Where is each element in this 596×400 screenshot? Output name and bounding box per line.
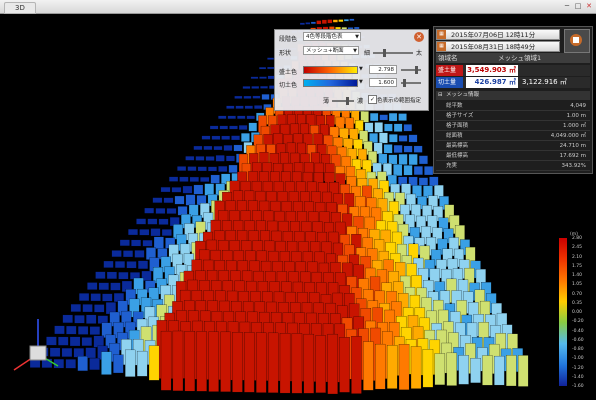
fill-color-gradient[interactable] — [303, 66, 358, 74]
mesh-info-value: 343.92% — [561, 163, 586, 169]
calendar-icon: ▦ — [437, 42, 446, 51]
legend-tick-label: -0.80 — [572, 347, 584, 352]
area-name-bar: 領域名 メッシュ領域1 — [436, 53, 590, 63]
mesh-info-value: 4,049 — [570, 103, 586, 109]
end-date-row[interactable]: ▦ 2015年08月31日 18時49分 — [436, 41, 560, 52]
minimize-icon[interactable]: ─ — [562, 2, 572, 11]
cut-threshold-slider[interactable] — [401, 79, 421, 87]
opacity-slider-knob[interactable] — [346, 97, 349, 105]
legend-color-bar — [559, 238, 567, 386]
mesh-info-row: 格子面積 1.000 ㎡ — [436, 122, 590, 131]
shape-dropdown[interactable]: メッシュ+断面 ▼ — [303, 46, 359, 55]
volume-info-panel: ▦ 2015年07月06日 12時11分 ▦ 2015年08月31日 18時49… — [433, 26, 593, 174]
mesh-info-key: 格子面積 — [446, 123, 469, 129]
view-tab-3d[interactable]: 3D — [4, 2, 36, 14]
legend-tick-label: 0.35 — [572, 300, 583, 306]
legend-tick-label: 1.75 — [572, 263, 583, 269]
calendar-icon: ▦ — [437, 30, 446, 39]
legend-tick-label: 0.00 — [572, 310, 583, 315]
color-mode-label: 段階色 — [279, 36, 298, 43]
collapse-icon: ⊟ — [438, 92, 443, 98]
cut-volume-label: 切土量 — [436, 77, 463, 88]
cut-volume-value: 426.987 ㎥ — [466, 77, 518, 88]
mesh-info-row: 最低標高 17.692 m — [436, 152, 590, 161]
mesh-info-key: 最高標高 — [446, 143, 469, 149]
chevron-down-icon[interactable]: ▼ — [359, 66, 363, 72]
close-panel-icon[interactable]: ✕ — [414, 32, 424, 42]
mesh-info-value: 4,049.000 ㎡ — [550, 133, 586, 139]
display-settings-panel: ✕ 段階色 4色等段階色表 ▼ 形状 メッシュ+断面 ▼ 細 太 盛土色 ▼ 2.7… — [274, 29, 429, 111]
mesh-info-value: 1.00 m — [566, 113, 586, 119]
chevron-down-icon: ▼ — [353, 48, 357, 54]
legend-tick-label: 0.70 — [572, 291, 583, 297]
legend-tick-label: -0.60 — [572, 337, 584, 343]
legend-tick-label: -1.60 — [572, 384, 584, 389]
fill-threshold-slider[interactable] — [401, 66, 421, 74]
mesh-info-row: 最高標高 24.710 m — [436, 142, 590, 151]
net-volume-value: 3,122.916 ㎥ — [522, 78, 567, 86]
mesh-info-row: 格子サイズ 1.00 m — [436, 112, 590, 121]
cut-volume-row: 切土量 426.987 ㎥ 3,122.916 ㎥ — [436, 77, 590, 88]
mesh-info-value: 24.710 m — [559, 143, 586, 149]
mesh-info-value: 17.692 m — [559, 153, 586, 159]
cut-color-gradient[interactable] — [303, 79, 358, 87]
mesh-info-title: メッシュ情報 — [446, 92, 480, 98]
legend-tick-label: -1.00 — [572, 356, 584, 362]
legend-tick-label: -0.40 — [572, 328, 584, 334]
color-mode-value: 4色等段階色表 — [306, 34, 343, 40]
cut-slider-knob[interactable] — [403, 79, 406, 87]
start-date: 2015年07月06日 12時11分 — [451, 31, 536, 39]
legend-tick-label: -1.40 — [572, 374, 584, 380]
chevron-down-icon: ▼ — [355, 34, 359, 40]
mesh-info-row: 総面積 4,049.000 ㎡ — [436, 132, 590, 141]
range-checkbox-label: 色表示の範囲指定 — [377, 98, 422, 104]
cut-color-label: 切土色 — [279, 82, 298, 89]
color-mode-dropdown[interactable]: 4色等段階色表 ▼ — [303, 32, 361, 41]
elevation-color-legend: (m) 2.80 2.45 2.10 1.75 1.40 1.05 0.70 0.35 0.00… — [556, 232, 596, 396]
fill-threshold-input[interactable]: 2.798 — [369, 65, 397, 74]
mesh-info-key: 格子サイズ — [446, 113, 474, 119]
maximize-icon[interactable]: □ — [573, 2, 583, 11]
close-window-icon[interactable]: ✕ — [584, 2, 594, 11]
mesh-info-key: 総平数 — [446, 103, 463, 109]
mesh-info-header[interactable]: ⊟ メッシュ情報 — [436, 91, 590, 100]
slider-low-label: 細 — [364, 50, 371, 57]
width-slider-knob[interactable] — [383, 49, 386, 57]
shape-value: メッシュ+断面 — [306, 48, 344, 54]
opacity-high-label: 濃 — [357, 98, 364, 105]
fill-volume-value: 3,549.903 ㎥ — [466, 65, 518, 76]
legend-tick-label: 2.45 — [572, 245, 583, 251]
legend-tick-label: 1.40 — [572, 273, 583, 278]
slider-high-label: 太 — [416, 50, 423, 57]
range-checkbox[interactable]: ✓ — [368, 95, 377, 104]
opacity-low-label: 薄 — [323, 98, 330, 105]
chevron-down-icon[interactable]: ▼ — [359, 79, 363, 85]
legend-tick-label: 1.05 — [572, 282, 583, 288]
mesh-info-value: 1.000 ㎡ — [563, 123, 586, 129]
mesh-info-row: 充実 343.92% — [436, 162, 590, 171]
legend-tick-label: 2.10 — [572, 254, 583, 260]
legend-tick-label: -1.20 — [572, 365, 584, 371]
start-date-row[interactable]: ▦ 2015年07月06日 12時11分 — [436, 29, 560, 40]
tools-icon — [570, 34, 582, 46]
export-button[interactable] — [564, 29, 590, 53]
mesh-info-row: 総平数 4,049 — [436, 102, 590, 111]
width-slider[interactable] — [373, 49, 413, 57]
fill-volume-row: 盛土量 3,549.903 ㎥ — [436, 65, 590, 76]
area-name-value: メッシュ領域1 — [498, 54, 542, 62]
mesh-info-key: 総面積 — [446, 133, 463, 139]
area-name-label: 領域名 — [438, 54, 458, 62]
legend-tick-label: 2.80 — [572, 236, 583, 241]
opacity-slider[interactable] — [332, 97, 354, 105]
end-date: 2015年08月31日 18時49分 — [451, 43, 536, 51]
cut-threshold-input[interactable]: 1.600 — [369, 78, 397, 87]
fill-volume-label: 盛土量 — [436, 65, 463, 76]
shape-label: 形状 — [279, 50, 292, 57]
mesh-info-key: 充実 — [446, 163, 458, 169]
fill-slider-knob[interactable] — [415, 66, 418, 74]
fill-color-label: 盛土色 — [279, 69, 298, 76]
legend-tick-label: -0.20 — [572, 319, 584, 325]
title-bar: 3D ─ □ ✕ — [0, 0, 596, 14]
mesh-info-key: 最低標高 — [446, 153, 469, 159]
